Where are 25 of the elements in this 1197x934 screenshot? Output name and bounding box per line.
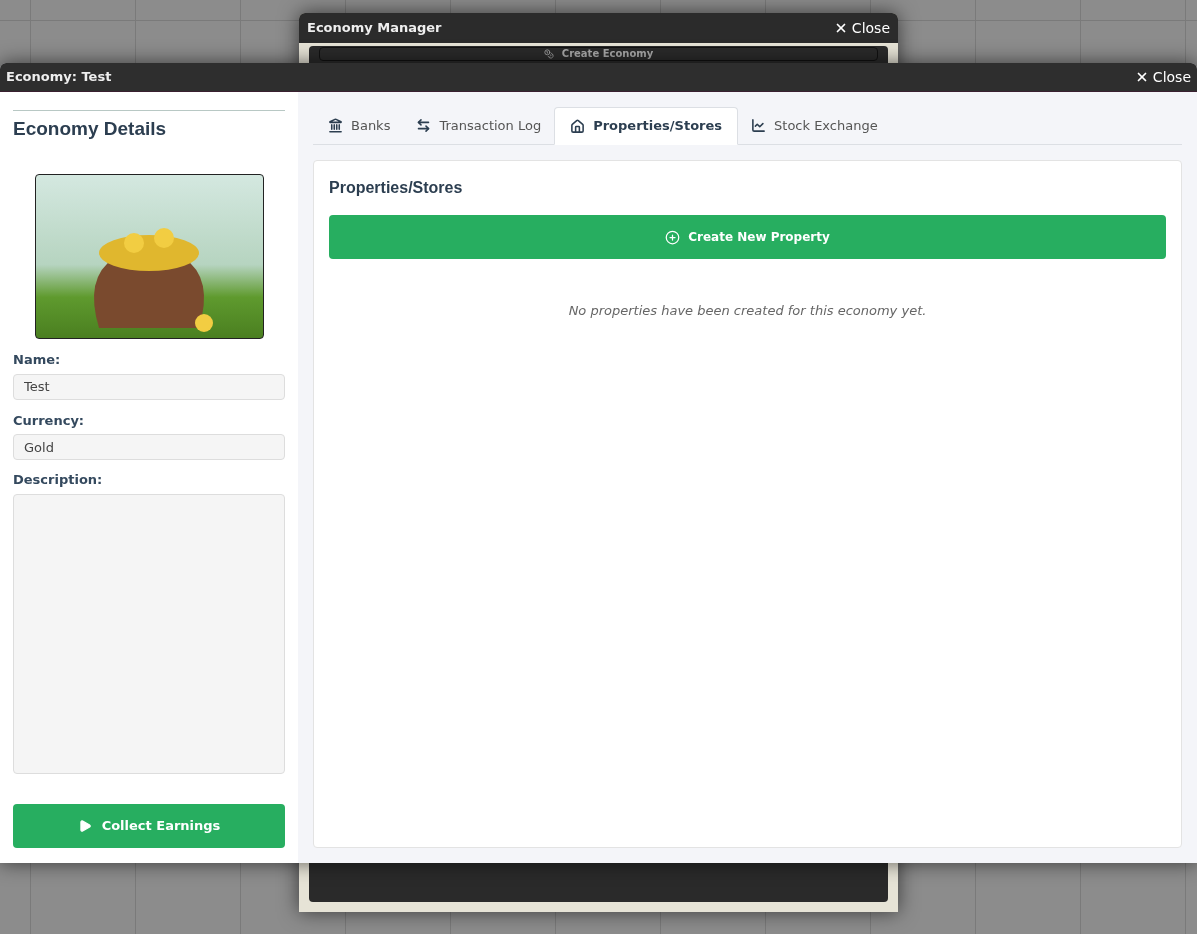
tab[interactable]: Transaction Log xyxy=(403,107,555,144)
coins-icon xyxy=(543,49,554,59)
create-economy-button[interactable]: Create Economy xyxy=(319,47,878,61)
field-label: Currency: xyxy=(13,411,86,430)
description-field[interactable] xyxy=(13,493,285,774)
tab[interactable]: Stock Exchange xyxy=(738,107,891,144)
close-button[interactable]: Close xyxy=(833,17,890,39)
sidebar-heading: Economy Details xyxy=(13,117,168,141)
field-label: Name: xyxy=(13,351,62,370)
tab[interactable]: Properties/Stores xyxy=(554,107,739,145)
bank-icon xyxy=(328,118,343,133)
field-label: Description: xyxy=(13,471,104,490)
chart-icon xyxy=(751,118,767,133)
tab[interactable]: Banks xyxy=(315,107,404,144)
text-field[interactable]: Test xyxy=(13,373,285,400)
empty-message: No properties have been created for this economy yet. xyxy=(567,302,928,320)
window-title: Economy: Test xyxy=(6,68,112,87)
house-icon xyxy=(570,118,586,134)
text-field[interactable]: Gold xyxy=(13,434,285,461)
window-title: Economy Manager xyxy=(307,19,442,38)
panel-heading: Properties/Stores xyxy=(329,178,464,198)
close-button[interactable]: Close xyxy=(1134,66,1191,88)
plus-icon xyxy=(665,229,681,245)
arrows-icon xyxy=(416,118,432,133)
play-icon xyxy=(77,818,92,833)
